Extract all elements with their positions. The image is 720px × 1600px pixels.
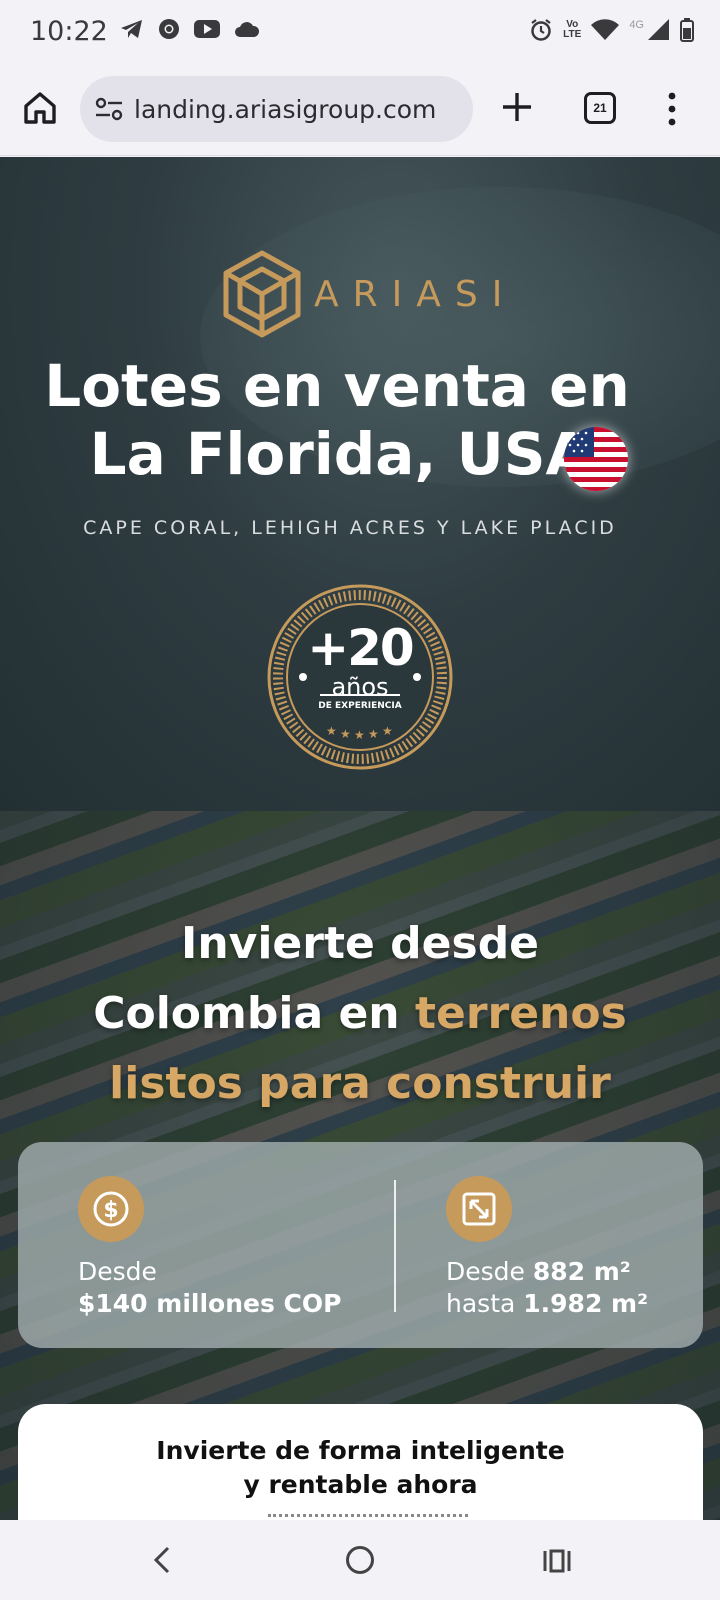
size-stat-text: Desde 882 m² hasta 1.982 m² [446,1256,648,1320]
youtube-icon [194,20,220,38]
svg-text:★: ★ [368,727,379,741]
invest-title-line2-white: Colombia en [93,988,415,1039]
home-circle-icon[interactable] [346,1546,374,1574]
ariasi-logo-icon [223,250,301,338]
size-to-label: hasta [446,1289,516,1318]
system-nav-bar [0,1520,720,1600]
price-value: $140 millones COP [78,1289,342,1318]
invest-title-line1: Invierte desde [180,918,540,969]
chrome-icon [159,19,179,39]
alarm-icon [531,19,551,41]
logo-text: ARIASI [314,273,517,315]
size-to-value: 1.982 m² [523,1289,649,1318]
price-stat-text: Desde $140 millones COP [78,1256,341,1320]
stats-divider [394,1180,396,1312]
size-stat: Desde 882 m² hasta 1.982 m² [446,1176,648,1320]
more-menu-icon[interactable] [666,91,678,127]
site-settings-icon[interactable] [94,96,124,122]
status-time: 10:22 [30,16,108,47]
badge-number: +20 [307,619,414,677]
invest-title: Invierte desde Colombia en terrenos list… [0,909,720,1119]
new-tab-button[interactable] [500,90,534,124]
svg-text:★: ★ [326,724,337,738]
cta-card-title-line1: Invierte de forma inteligente [156,1436,565,1465]
status-system-icons: Vo LTE 4G [529,18,694,42]
stats-card: $ Desde $140 millones COP Desde 882 m² h… [18,1142,703,1348]
battery-icon [680,18,694,42]
hero-title-line1: Lotes en venta en [44,352,630,420]
hero-subtitle: CAPE CORAL, LEHIGH ACRES Y LAKE PLACID [83,517,617,539]
tab-switcher-button[interactable]: 21 [584,92,616,124]
dollar-icon: $ [78,1176,144,1242]
usa-flag-icon [564,427,628,491]
size-from-value: 882 m² [532,1257,631,1286]
recent-apps-icon[interactable] [542,1546,572,1576]
invest-title-line3: listos para construir [109,1058,611,1109]
url-text: landing.ariasigroup.com [134,94,437,124]
svg-text:$: $ [103,1198,118,1223]
svg-text:★: ★ [382,724,393,738]
price-stat: $ Desde $140 millones COP [78,1176,341,1320]
svg-text:★: ★ [340,727,351,741]
expand-arrow-icon [446,1176,512,1242]
network-type-label: 4G [629,19,644,31]
back-icon[interactable] [150,1540,174,1580]
invest-title-line2-gold: terrenos [414,988,627,1039]
invest-title-line2: Colombia en terrenos [0,979,720,1049]
badge-experience: DE EXPERIENCIA [318,701,402,711]
aria-logo: ARIASI [222,249,516,339]
cta-card-title-line2: y rentable ahora [243,1470,478,1499]
address-bar[interactable]: landing.ariasigroup.com [80,76,473,142]
home-button[interactable] [20,88,60,128]
volte-icon: Vo LTE [563,19,582,40]
signal-icon [648,19,669,40]
wifi-icon [591,19,620,40]
status-bar: 10:22 Vo LTE 4G [0,0,720,66]
price-label: Desde [78,1257,157,1286]
cloud-icon [235,22,260,37]
browser-toolbar: landing.ariasigroup.com 21 [0,66,720,156]
hero-section: ARIASI Lotes en venta en La Florida, USA… [0,157,720,811]
badge-years: años [331,673,389,701]
size-from-label: Desde [446,1257,525,1286]
status-notification-icons [120,18,260,40]
telegram-icon [121,20,142,38]
experience-badge: ★ ★ ★ ★ ★ +20 años DE EXPERIENCIA [266,583,454,771]
cta-card-title: Invierte de forma inteligente y rentable… [18,1434,703,1502]
svg-text:★: ★ [354,728,365,742]
